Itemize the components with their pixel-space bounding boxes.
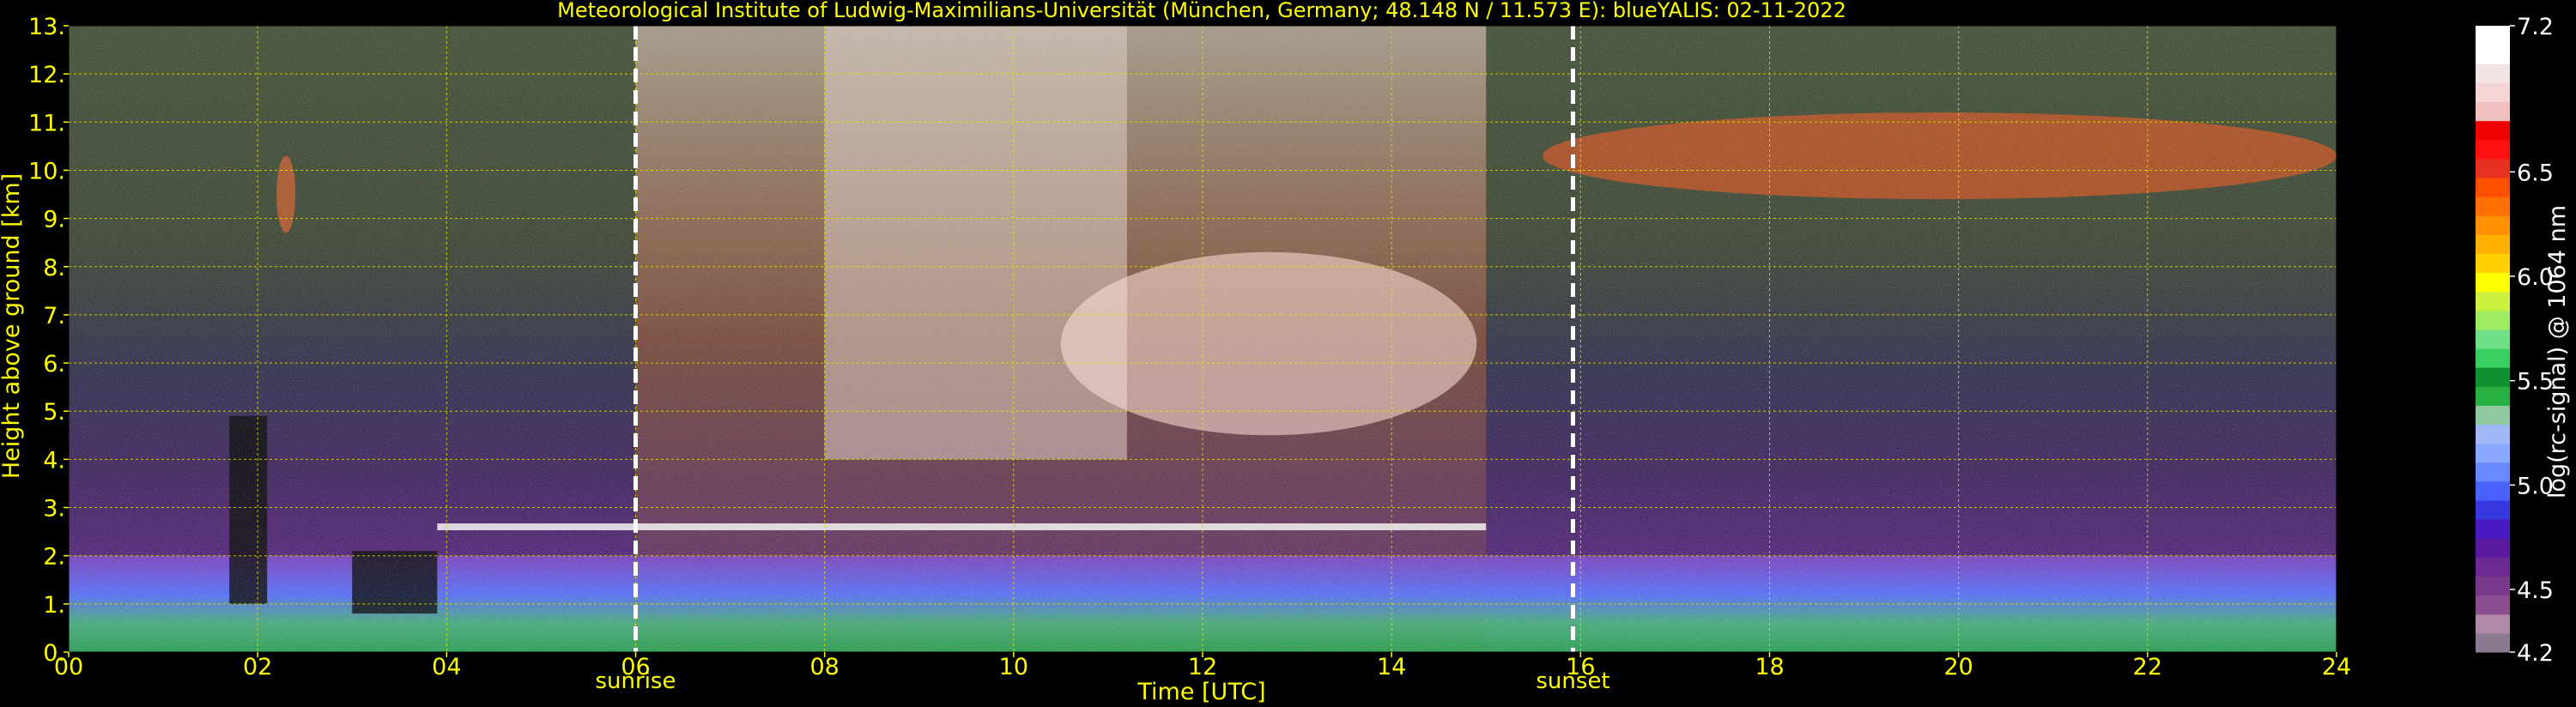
y-tick-label: 13. <box>28 14 65 40</box>
colorbar-cell <box>2476 443 2510 463</box>
colorbar-cell <box>2476 272 2510 293</box>
colorbar-cell <box>2476 480 2510 501</box>
y-tick-label: 5. <box>43 399 65 426</box>
x-tick-label: 04 <box>432 654 461 680</box>
x-tick-label: 12 <box>1188 654 1217 680</box>
y-tick-label: 2. <box>43 544 65 571</box>
colorbar-cell <box>2476 367 2510 387</box>
colorbar-cell <box>2476 519 2510 539</box>
colorbar-cell <box>2476 424 2510 444</box>
y-tick-label: 11. <box>28 110 65 136</box>
colorbar-cell <box>2476 557 2510 577</box>
x-tick-label: 08 <box>809 654 839 680</box>
chart-title: Meteorological Institute of Ludwig-Maxim… <box>557 0 1846 22</box>
colorbar: 4.24.55.05.56.06.57.2 log(rc-signal) @ 1… <box>2476 14 2571 667</box>
x-tick-label: 24 <box>2322 654 2351 680</box>
y-tick-label: 8. <box>43 255 65 281</box>
colorbar-cell <box>2476 291 2510 311</box>
x-tick-label: 02 <box>243 654 272 680</box>
colorbar-cell <box>2476 253 2510 274</box>
y-tick-label: 4. <box>43 447 65 474</box>
colorbar-cell <box>2476 120 2510 141</box>
x-tick-label: 10 <box>999 654 1028 680</box>
x-tick-label: 06 <box>621 654 650 680</box>
plot-area <box>68 25 2337 653</box>
colorbar-cell <box>2476 196 2510 216</box>
x-axis-label: Time [UTC] <box>1136 679 1265 705</box>
y-tick-label: 7. <box>43 303 65 329</box>
x-tick-label: 18 <box>1755 654 1784 680</box>
colorbar-cell <box>2476 63 2510 83</box>
y-tick-label: 6. <box>43 351 65 378</box>
lidar-figure: sunrise sunset00 02 04 06 08 10 12 14 16 18 20 22 24 … <box>0 0 2571 705</box>
colorbar-cell <box>2476 576 2510 596</box>
colorbar-cell <box>2476 329 2510 349</box>
y-tick-label: 12. <box>28 62 65 88</box>
colorbar-tick-label: 6.5 <box>2517 160 2554 186</box>
y-tick-label: 10. <box>28 158 65 184</box>
y-axis: 0. 1. 2. 3. 4. 5. 6. 7. 8. 9. 10. 11. 12. 13. <box>28 14 69 667</box>
colorbar-cell <box>2476 158 2510 178</box>
colorbar-tick-label: 7.2 <box>2517 14 2554 40</box>
colorbar-cell <box>2476 595 2510 615</box>
x-tick-label: 16 <box>1566 654 1595 680</box>
colorbar-cell <box>2476 462 2510 482</box>
y-tick-label: 1. <box>43 592 65 619</box>
colorbar-cell <box>2476 26 2510 45</box>
y-axis-label: Height above ground [km] <box>0 173 25 479</box>
y-tick-label: 0. <box>43 640 65 667</box>
colorbar-cell <box>2476 538 2510 558</box>
colorbar-label: log(rc-signal) @ 1064 nm <box>2544 205 2571 499</box>
colorbar-cell <box>2476 82 2510 102</box>
colorbar-cell <box>2476 101 2510 122</box>
colorbar-cell <box>2476 234 2510 254</box>
x-tick-label: 20 <box>1943 654 1973 680</box>
colorbar-cell <box>2476 613 2510 634</box>
colorbar-cell <box>2476 500 2510 520</box>
colorbar-cells <box>2476 26 2510 653</box>
colorbar-cell <box>2476 177 2510 197</box>
colorbar-cell <box>2476 386 2510 406</box>
y-tick-label: 9. <box>43 207 65 233</box>
colorbar-tick-label: 4.2 <box>2517 640 2554 667</box>
colorbar-cell <box>2476 310 2510 330</box>
x-tick-label: 22 <box>2133 654 2162 680</box>
colorbar-cell <box>2476 348 2510 368</box>
colorbar-cell <box>2476 405 2510 426</box>
colorbar-cell <box>2476 215 2510 235</box>
y-tick-label: 3. <box>43 496 65 523</box>
colorbar-cell <box>2476 632 2510 653</box>
colorbar-tick-label: 4.5 <box>2517 577 2554 604</box>
colorbar-cell <box>2476 139 2510 160</box>
colorbar-cell <box>2476 45 2510 64</box>
x-tick-label: 14 <box>1377 654 1406 680</box>
